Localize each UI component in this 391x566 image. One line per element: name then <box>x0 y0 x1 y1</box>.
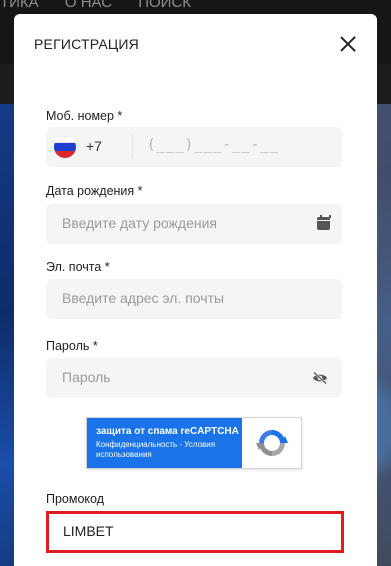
password-field[interactable]: Пароль <box>46 358 342 398</box>
promo-code-value[interactable]: LIMBET <box>63 523 114 539</box>
phone-field[interactable]: +7 (___)___-__-__ <box>46 127 342 167</box>
phone-input[interactable]: (___)___-__-__ <box>147 137 279 153</box>
nav-item[interactable]: ТИКА <box>0 0 39 11</box>
recaptcha-widget[interactable]: защита от спама reCAPTCHA Конфиденциальн… <box>86 417 302 469</box>
russia-flag-icon[interactable] <box>54 136 76 158</box>
divider <box>132 135 133 159</box>
country-code[interactable]: +7 <box>86 138 102 154</box>
password-label: Пароль * <box>46 339 98 353</box>
calendar-icon[interactable] <box>317 215 331 230</box>
email-placeholder: Введите адрес эл. почты <box>62 290 225 306</box>
promo-label: Промокод <box>46 492 105 506</box>
modal-title: РЕГИСТРАЦИЯ <box>34 36 139 52</box>
password-placeholder: Пароль <box>62 369 111 385</box>
email-label: Эл. почта * <box>46 260 110 274</box>
phone-label: Моб. номер * <box>46 109 123 123</box>
registration-modal: РЕГИСТРАЦИЯ Моб. номер * +7 (___)___-__-… <box>14 14 377 566</box>
birthdate-field[interactable]: Введите дату рождения <box>46 204 342 244</box>
birthdate-label: Дата рождения * <box>46 184 143 198</box>
eye-slash-icon[interactable] <box>312 372 328 384</box>
birthdate-placeholder: Введите дату рождения <box>62 215 217 231</box>
recaptcha-title: защита от спама reCAPTCHA <box>96 426 239 437</box>
email-field[interactable]: Введите адрес эл. почты <box>46 279 342 319</box>
recaptcha-links[interactable]: Конфиденциальность - Условия использован… <box>96 440 242 460</box>
nav-item[interactable]: ПОИСК <box>138 0 191 11</box>
recaptcha-info: защита от спама reCAPTCHA Конфиденциальн… <box>87 418 242 468</box>
recaptcha-logo-icon <box>256 430 288 456</box>
close-icon[interactable] <box>337 33 359 55</box>
background-nav: ТИКА О НАС ПОИСК <box>0 0 391 12</box>
promo-code-field[interactable]: LIMBET <box>46 511 344 553</box>
nav-item[interactable]: О НАС <box>65 0 112 11</box>
